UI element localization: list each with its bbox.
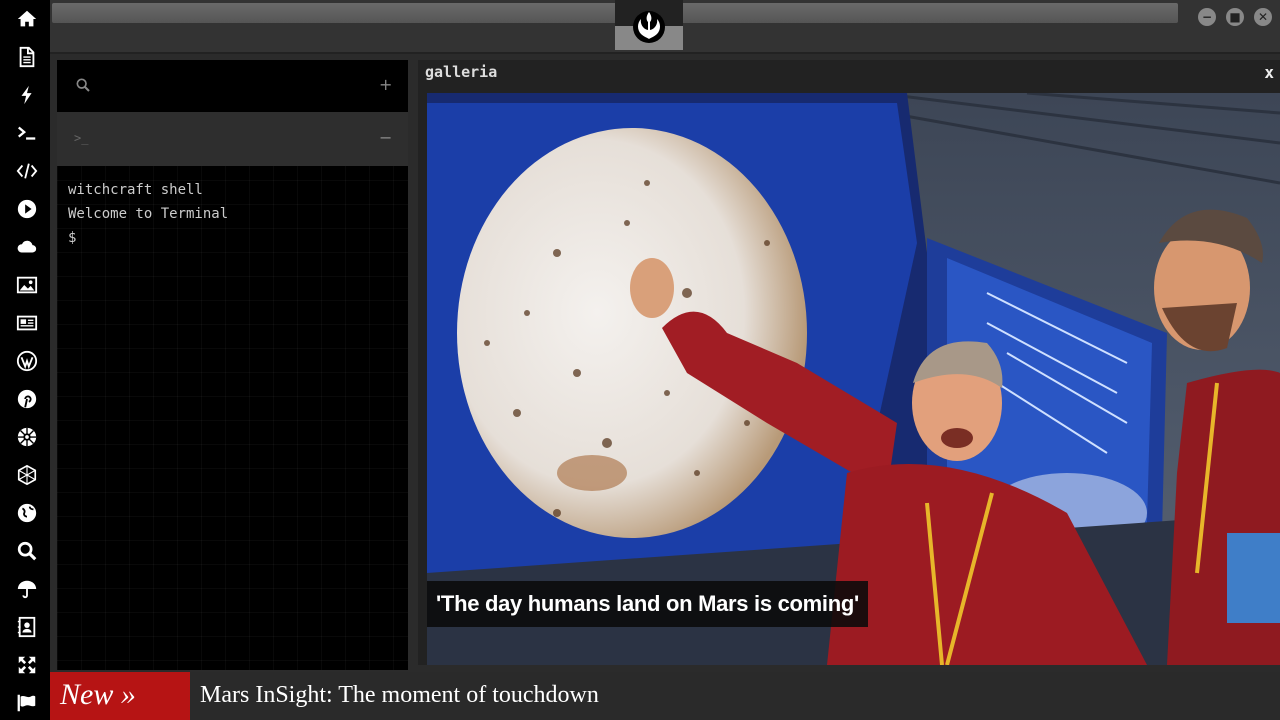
rebel-alliance-icon bbox=[633, 11, 665, 43]
galactic-empire-icon[interactable] bbox=[14, 424, 40, 450]
terminal-output[interactable]: witchcraft shell Welcome to Terminal $ bbox=[68, 178, 398, 250]
galleria-close-button[interactable]: x bbox=[1264, 63, 1274, 82]
logo-tab[interactable] bbox=[615, 0, 683, 50]
search-icon[interactable] bbox=[75, 77, 91, 97]
expand-icon[interactable] bbox=[14, 652, 40, 678]
document-icon[interactable] bbox=[14, 44, 40, 70]
terminal-panel: + >_ − witchcraft shell Welcome to Termi… bbox=[57, 60, 408, 670]
terminal-prompt: $ bbox=[68, 230, 77, 246]
image-icon[interactable] bbox=[14, 272, 40, 298]
search-icon[interactable] bbox=[14, 538, 40, 564]
mission-control-photo bbox=[427, 93, 1280, 665]
galleria-photo[interactable]: 'The day humans land on Mars is coming' bbox=[427, 93, 1280, 665]
globe-wire-icon[interactable] bbox=[14, 462, 40, 488]
news-ticker: New » Mars InSight: The moment of touchd… bbox=[50, 672, 1280, 720]
terminal-prompt-icon: >_ bbox=[74, 131, 89, 145]
galleria-title: galleria bbox=[425, 63, 498, 81]
contact-card-icon[interactable] bbox=[14, 614, 40, 640]
play-icon[interactable] bbox=[14, 196, 40, 222]
ticker-headline[interactable]: Mars InSight: The moment of touchdown bbox=[200, 672, 599, 720]
collapse-tab-button[interactable]: − bbox=[379, 128, 392, 147]
terminal-tab[interactable]: >_ − bbox=[57, 112, 408, 166]
galleria-panel: galleria x 'The day humans land on Mars … bbox=[418, 60, 1280, 665]
close-button[interactable]: ✕ bbox=[1254, 8, 1272, 26]
top-bar: − ■ ✕ bbox=[50, 0, 1280, 54]
maximize-button[interactable]: ■ bbox=[1226, 8, 1244, 26]
lightning-icon[interactable] bbox=[14, 82, 40, 108]
new-badge[interactable]: New » bbox=[50, 672, 190, 720]
home-icon[interactable] bbox=[14, 6, 40, 32]
minimize-button[interactable]: − bbox=[1198, 8, 1216, 26]
galleria-header: galleria x bbox=[418, 60, 1280, 90]
galleria-caption: 'The day humans land on Mars is coming' bbox=[427, 581, 868, 627]
code-icon[interactable] bbox=[14, 158, 40, 184]
terminal-search-row[interactable]: + bbox=[57, 60, 408, 112]
cloud-icon[interactable] bbox=[14, 234, 40, 260]
umbrella-icon[interactable] bbox=[14, 576, 40, 602]
terminal-icon[interactable] bbox=[14, 120, 40, 146]
flag-icon[interactable] bbox=[14, 690, 40, 716]
wordpress-icon[interactable] bbox=[14, 348, 40, 374]
pinterest-icon[interactable] bbox=[14, 386, 40, 412]
add-tab-button[interactable]: + bbox=[379, 75, 392, 94]
newspaper-icon[interactable] bbox=[14, 310, 40, 336]
earth-icon[interactable] bbox=[14, 500, 40, 526]
terminal-line: Welcome to Terminal bbox=[68, 206, 229, 222]
left-sidebar bbox=[0, 0, 50, 720]
terminal-line: witchcraft shell bbox=[68, 182, 203, 198]
